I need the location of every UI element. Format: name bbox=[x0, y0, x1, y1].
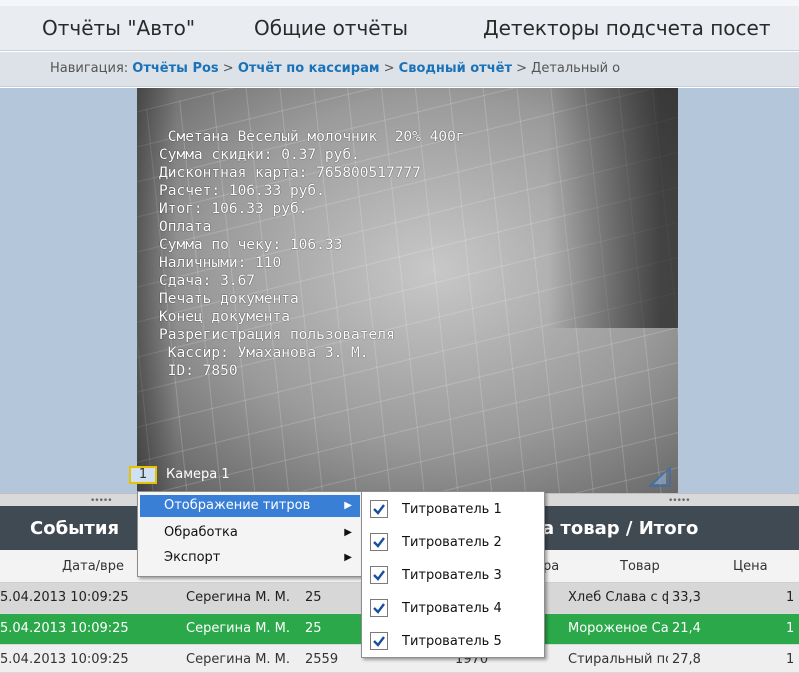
cell-datetime: 5.04.2013 10:09:25 bbox=[0, 652, 129, 667]
cell-quantity: 1 bbox=[786, 621, 795, 636]
overlay-line: Разрегистрация пользователя bbox=[159, 327, 395, 343]
tab-auto-reports[interactable]: Отчёты "Авто" bbox=[42, 16, 195, 40]
cell-product: Мороженое Са: bbox=[568, 621, 668, 636]
overlay-line: Сумма скидки: 0.37 руб. bbox=[159, 147, 360, 163]
overlay-line: Сумма по чеку: 106.33 bbox=[159, 237, 343, 253]
submenu-item-titler-3[interactable]: Титрователь 3 bbox=[362, 560, 544, 592]
submenu-arrow-icon: ▶ bbox=[344, 500, 352, 511]
cell-cashier: Серегина М. М. bbox=[186, 652, 291, 667]
breadcrumb-prefix: Навигация: bbox=[50, 61, 129, 76]
cell-price: 21,4 bbox=[672, 621, 701, 636]
tab-general-reports[interactable]: Общие отчёты bbox=[254, 16, 408, 40]
cell-register: 25 bbox=[305, 590, 322, 605]
overlay-line: Оплата bbox=[159, 219, 212, 235]
submenu-item-label: Титрователь 1 bbox=[402, 502, 502, 517]
menu-item-label: Отображение титров bbox=[164, 498, 311, 513]
checkmark-icon bbox=[373, 570, 385, 581]
breadcrumb: Навигация: Отчёты Pos > Отчёт по кассира… bbox=[0, 52, 799, 87]
cell-register: 2559 bbox=[305, 652, 339, 667]
menu-item-titles-display[interactable]: Отображение титров ▶ bbox=[140, 495, 360, 517]
submenu-item-titler-4[interactable]: Титрователь 4 bbox=[362, 593, 544, 625]
checkmark-icon bbox=[373, 537, 385, 548]
menu-item-export[interactable]: Экспорт ▶ bbox=[140, 547, 360, 569]
breadcrumb-link-pos-reports[interactable]: Отчёты Pos bbox=[132, 61, 218, 76]
checkbox-checked[interactable] bbox=[370, 500, 388, 518]
receipt-titles-overlay: Сметана Веселый молочник 20% 400г Сумма с… bbox=[159, 128, 465, 380]
splitter-grip: ••••• bbox=[668, 496, 691, 506]
events-title: События bbox=[30, 518, 120, 539]
breadcrumb-separator: > bbox=[222, 61, 234, 76]
checkmark-icon bbox=[373, 603, 385, 614]
overlay-line: Сдача: 3.67 bbox=[159, 273, 256, 289]
context-menu: Отображение титров ▶ Обработка ▶ Экспорт… bbox=[137, 491, 363, 577]
resize-corner-icon[interactable] bbox=[648, 466, 672, 488]
cell-product: Стиральный по bbox=[568, 652, 668, 667]
camera-name-label: Камера 1 bbox=[166, 467, 230, 482]
menu-item-label: Экспорт bbox=[164, 550, 221, 565]
report-tabs: Отчёты "Авто" Общие отчёты Детекторы под… bbox=[0, 6, 799, 51]
splitter-grip: ••••• bbox=[90, 496, 113, 506]
breadcrumb-current: Детальный о bbox=[531, 61, 621, 76]
cell-product: Хлеб Слава с ф bbox=[568, 590, 668, 605]
cell-price: 33,3 bbox=[672, 590, 701, 605]
breadcrumb-link-summary-report[interactable]: Сводный отчёт bbox=[399, 61, 512, 76]
overlay-line: Расчет: 106.33 руб. bbox=[159, 183, 325, 199]
overlay-line: Конец документа bbox=[159, 309, 290, 325]
cell-price: 27,8 bbox=[672, 652, 701, 667]
submenu-arrow-icon: ▶ bbox=[344, 527, 352, 538]
events-title-right: а товар / Итого bbox=[542, 518, 699, 539]
cell-quantity: 1 bbox=[786, 652, 795, 667]
overlay-line: Наличными: 110 bbox=[159, 255, 282, 271]
submenu-item-titler-1[interactable]: Титрователь 1 bbox=[362, 494, 544, 526]
submenu-item-titler-2[interactable]: Титрователь 2 bbox=[362, 527, 544, 559]
overlay-line: Кассир: Умаханова З. М. bbox=[159, 345, 369, 361]
checkbox-checked[interactable] bbox=[370, 632, 388, 650]
submenu-item-label: Титрователь 2 bbox=[402, 535, 502, 550]
overlay-line: Итог: 106.33 руб. bbox=[159, 201, 308, 217]
video-shadow bbox=[548, 88, 678, 328]
overlay-line: ID: 7850 bbox=[159, 363, 238, 379]
cell-register: 25 bbox=[305, 621, 322, 636]
submenu-item-label: Титрователь 4 bbox=[402, 601, 502, 616]
cell-cashier: Серегина М. М. bbox=[186, 590, 291, 605]
submenu-item-label: Титрователь 3 bbox=[402, 568, 502, 583]
column-header-register[interactable]: ра bbox=[543, 559, 559, 574]
cell-cashier: Серегина М. М. bbox=[186, 621, 291, 636]
checkmark-icon bbox=[373, 504, 385, 515]
breadcrumb-separator: > bbox=[383, 61, 395, 76]
breadcrumb-separator: > bbox=[516, 61, 528, 76]
checkmark-icon bbox=[373, 636, 385, 647]
column-header-price[interactable]: Цена bbox=[733, 559, 768, 574]
column-header-datetime[interactable]: Дата/вре bbox=[62, 559, 124, 574]
checkbox-checked[interactable] bbox=[370, 566, 388, 584]
submenu-item-label: Титрователь 5 bbox=[402, 634, 502, 649]
tab-visitor-counters[interactable]: Детекторы подсчета посет bbox=[483, 16, 770, 40]
submenu-arrow-icon: ▶ bbox=[344, 552, 352, 563]
titles-submenu: Титрователь 1 Титрователь 2 Титрователь … bbox=[361, 491, 545, 658]
checkbox-checked[interactable] bbox=[370, 533, 388, 551]
camera-number-badge[interactable]: 1 bbox=[129, 466, 157, 484]
camera-video-frame[interactable]: Сметана Веселый молочник 20% 400г Сумма с… bbox=[137, 88, 678, 493]
menu-item-processing[interactable]: Обработка ▶ bbox=[140, 522, 360, 544]
cell-quantity: 1 bbox=[786, 590, 795, 605]
checkbox-checked[interactable] bbox=[370, 599, 388, 617]
cell-datetime: 5.04.2013 10:09:25 bbox=[0, 590, 129, 605]
overlay-line: Сметана Веселый молочник 20% 400г bbox=[159, 129, 465, 145]
breadcrumb-link-cashier-report[interactable]: Отчёт по кассирам bbox=[238, 61, 380, 76]
submenu-item-titler-5[interactable]: Титрователь 5 bbox=[362, 626, 544, 658]
overlay-line: Дисконтная карта: 765800517777 bbox=[159, 165, 421, 181]
menu-item-label: Обработка bbox=[164, 525, 238, 540]
overlay-line: Печать документа bbox=[159, 291, 299, 307]
cell-datetime: 5.04.2013 10:09:25 bbox=[0, 621, 129, 636]
column-header-product[interactable]: Товар bbox=[620, 559, 660, 574]
